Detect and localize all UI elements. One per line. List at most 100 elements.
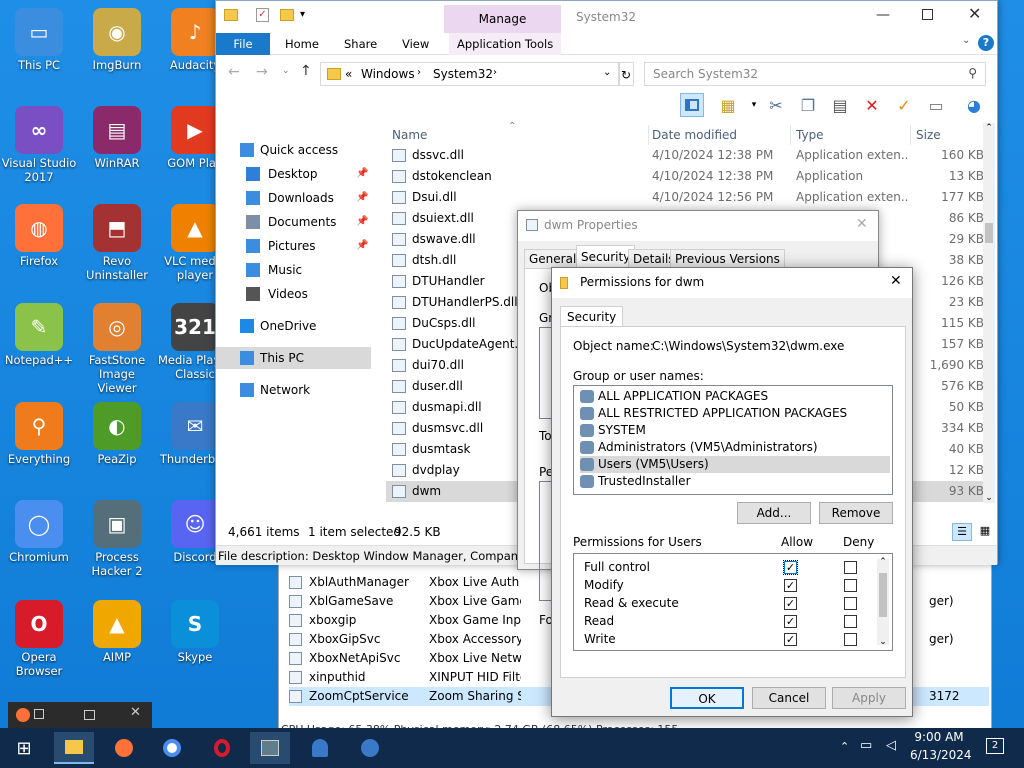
tab-security[interactable]: Security — [576, 245, 636, 269]
desktop-icon[interactable]: ✎ Notepad++ — [0, 303, 78, 367]
scroll-up-icon[interactable]: ⌃ — [877, 557, 889, 567]
tab-security[interactable]: Security — [560, 306, 624, 328]
forward-icon[interactable]: → — [256, 64, 268, 80]
nav-item[interactable]: Downloads 📌 — [216, 187, 371, 209]
tab-home[interactable]: Home — [277, 33, 327, 55]
network-icon[interactable]: ▭ — [860, 738, 872, 753]
globe-icon[interactable]: ◕ — [962, 93, 986, 117]
close-icon[interactable]: ✕ — [856, 216, 868, 232]
copy-icon[interactable]: ❐ — [796, 93, 820, 117]
nav-item[interactable]: Videos — [216, 283, 371, 305]
restore-icon[interactable] — [34, 709, 44, 719]
minimize-icon[interactable]: — — [876, 7, 890, 23]
column-size[interactable]: Size — [916, 125, 941, 145]
close-icon[interactable]: ✕ — [890, 273, 902, 289]
maximize-icon[interactable] — [84, 710, 95, 720]
refresh-icon[interactable]: ↻ — [618, 62, 634, 86]
nav-item[interactable]: Music — [216, 259, 371, 281]
address-input[interactable]: « Windows › System32 › ⌄ — [320, 62, 620, 86]
desktop-icon[interactable]: ◎ FastStone Image Viewer — [78, 303, 156, 395]
file-row[interactable]: dssvc.dll 4/10/2024 12:38 PM Application e… — [386, 145, 985, 166]
column-date[interactable]: Date modified — [652, 125, 737, 145]
permissions-list[interactable]: Full control ✓ Modify ✓ Read & execute ✓ Read ✓… — [573, 553, 893, 651]
help-icon[interactable]: ? — [978, 35, 994, 51]
tab-share[interactable]: Share — [336, 33, 385, 55]
volume-icon[interactable]: ◁ — [886, 738, 896, 753]
properties-icon[interactable]: ✓ — [256, 8, 269, 22]
organize-dropdown-icon[interactable]: ▾ — [742, 93, 766, 117]
apply-button[interactable]: Apply — [832, 687, 906, 709]
desktop-icon[interactable]: ◍ Firefox — [0, 204, 78, 268]
file-row[interactable]: Dsui.dll 4/10/2024 12:56 PM Application ex… — [386, 187, 985, 208]
allow-checkbox[interactable]: ✓ — [784, 597, 797, 610]
pin-icon[interactable]: 📌 — [356, 187, 368, 209]
desktop-icon[interactable]: S Skype — [156, 600, 234, 664]
desktop-icon[interactable]: ◉ ImgBurn — [78, 8, 156, 72]
manage-tab[interactable]: Manage — [444, 5, 561, 33]
pin-icon[interactable]: 📌 — [356, 163, 368, 185]
details-view-icon[interactable]: ☰ — [952, 523, 972, 541]
allow-checkbox[interactable]: ✓ — [784, 633, 797, 646]
rename-icon[interactable]: ▭ — [924, 93, 948, 117]
start-windows-icon[interactable]: ⊞ — [4, 732, 44, 764]
tab-general[interactable]: General — [524, 249, 582, 269]
address-part-system32[interactable]: System32 — [433, 67, 493, 81]
maximize-icon[interactable] — [922, 9, 933, 20]
nav-item[interactable]: This PC — [216, 347, 371, 369]
desktop-icon[interactable]: ▣ Process Hacker 2 — [78, 500, 156, 578]
checkmark-icon[interactable]: ✓ — [892, 93, 916, 117]
organize-icon[interactable]: ▦ — [716, 93, 740, 117]
nav-item[interactable]: Pictures 📌 — [216, 235, 371, 257]
nav-item[interactable]: OneDrive — [216, 315, 371, 337]
desktop-icon[interactable]: O Opera Browser — [0, 600, 78, 678]
taskbar-chromium-icon[interactable] — [152, 732, 192, 764]
nav-item[interactable]: Desktop 📌 — [216, 163, 371, 185]
cancel-button[interactable]: Cancel — [752, 687, 826, 709]
scroll-down-icon[interactable]: ⌄ — [877, 637, 889, 647]
deny-checkbox[interactable] — [844, 615, 857, 628]
scroll-up-icon[interactable]: ⌃ — [983, 123, 995, 133]
scroll-down-icon[interactable]: ⌄ — [983, 493, 995, 503]
vertical-scrollbar[interactable]: ⌃ ⌄ — [983, 123, 995, 503]
up-icon[interactable]: ↑ — [300, 63, 312, 79]
perm-scrollbar[interactable]: ⌃ ⌄ — [877, 557, 889, 647]
taskbar-firefox-icon[interactable] — [104, 732, 144, 764]
group-item[interactable]: Administrators (VM5\Administrators) — [580, 439, 890, 456]
scrollbar-thumb[interactable] — [985, 223, 993, 243]
nav-item[interactable]: Network — [216, 379, 371, 401]
taskbar-app-icon[interactable] — [300, 732, 340, 764]
allow-checkbox[interactable]: ✓ — [784, 615, 797, 628]
deny-checkbox[interactable] — [844, 597, 857, 610]
folder-icon[interactable] — [224, 9, 238, 21]
tab-view[interactable]: View — [394, 33, 437, 55]
desktop-icon[interactable]: ⚲ Everything — [0, 402, 78, 466]
show-hidden-icons-icon[interactable]: ⌃ — [840, 740, 849, 753]
group-item[interactable]: SYSTEM — [580, 422, 890, 439]
new-folder-icon[interactable] — [280, 9, 294, 21]
desktop-icon[interactable]: ⬒ Revo Uninstaller — [78, 204, 156, 282]
tab-file[interactable]: File — [216, 33, 270, 55]
tab-application-tools[interactable]: Application Tools — [449, 33, 562, 55]
scrollbar-thumb[interactable] — [879, 573, 887, 617]
group-list[interactable]: ALL APPLICATION PACKAGES ALL RESTRICTED A… — [573, 385, 893, 495]
recent-icon[interactable]: ⌄ — [282, 66, 290, 76]
desktop-icon[interactable]: ◐ PeaZip — [78, 402, 156, 466]
delete-icon[interactable]: ✕ — [860, 93, 884, 117]
notification-icon[interactable]: 2 — [986, 738, 1004, 754]
group-item[interactable]: ALL RESTRICTED APPLICATION PACKAGES — [580, 405, 890, 422]
paste-icon[interactable]: ▤ — [828, 93, 852, 117]
clock-time[interactable]: 9:00 AM — [912, 730, 966, 744]
desktop-icon[interactable]: ◯ Chromium — [0, 500, 78, 564]
back-icon[interactable]: ← — [228, 64, 240, 80]
tiles-view-icon[interactable]: ▦ — [976, 523, 994, 541]
file-row[interactable]: dstokenclean 4/10/2024 12:38 PM Applicatio… — [386, 166, 985, 187]
desktop-icon[interactable]: ▭ This PC — [0, 8, 78, 72]
group-item[interactable]: TrustedInstaller — [580, 473, 890, 490]
column-type[interactable]: Type — [796, 125, 824, 145]
remove-button[interactable]: Remove — [819, 502, 893, 524]
taskbar-opera-icon[interactable] — [202, 732, 242, 764]
deny-checkbox[interactable] — [844, 633, 857, 646]
nav-item[interactable]: Documents 📌 — [216, 211, 371, 233]
ok-button[interactable]: OK — [670, 687, 744, 709]
search-input[interactable]: Search System32 ⚲ — [644, 62, 986, 86]
